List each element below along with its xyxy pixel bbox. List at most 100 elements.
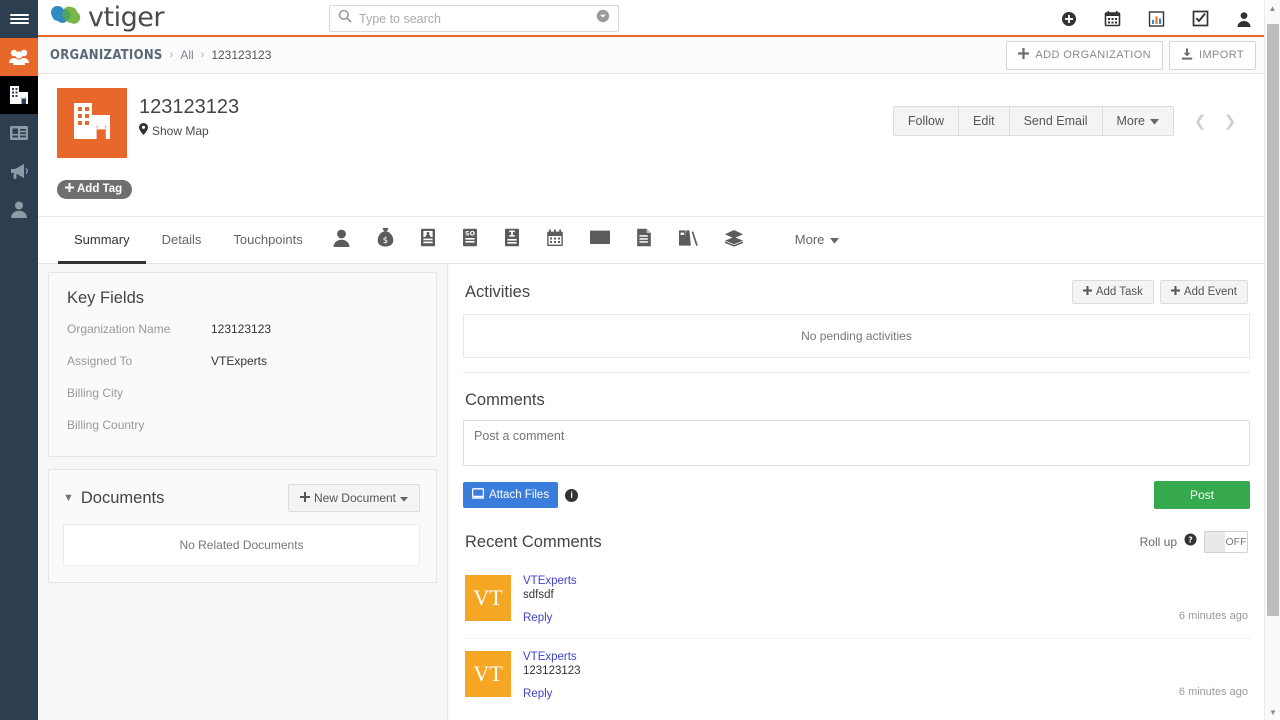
breadcrumb-list-link[interactable]: All	[180, 48, 193, 62]
breadcrumb-module[interactable]: ORGANIZATIONS	[50, 48, 163, 63]
comment-actions-row: Attach Files i Post	[463, 481, 1250, 509]
scroll-down-button[interactable]: ▼	[1265, 704, 1280, 720]
rollup-toggle-state: OFF	[1225, 536, 1247, 548]
import-download-icon	[1181, 48, 1193, 63]
global-search-box[interactable]: Type to search	[329, 5, 619, 32]
documents-empty-state: No Related Documents	[63, 524, 420, 566]
comment-reply-link[interactable]: Reply	[523, 688, 1179, 700]
tab-contacts[interactable]	[319, 217, 364, 264]
activities-empty-state: No pending activities	[463, 314, 1250, 358]
vtiger-logo[interactable]: vtiger	[47, 2, 164, 33]
rollup-toggle[interactable]: OFF	[1204, 531, 1248, 553]
info-icon[interactable]: i	[565, 488, 579, 502]
previous-record-button[interactable]: ❮	[1186, 106, 1214, 136]
key-fields-title: Key Fields	[67, 289, 145, 307]
breadcrumb-separator: ›	[200, 49, 205, 61]
key-field-label: Organization Name	[67, 322, 171, 336]
calendar-icon	[546, 229, 564, 250]
post-comment-button[interactable]: Post	[1153, 481, 1250, 509]
comment-input[interactable]	[463, 420, 1250, 466]
send-email-button[interactable]: Send Email	[1009, 107, 1103, 135]
tab-quotes[interactable]	[407, 217, 449, 264]
comment-author-link[interactable]: VTExperts	[523, 575, 1179, 587]
chevron-down-icon[interactable]: ▼	[63, 492, 74, 504]
add-tag-button[interactable]: Add Tag	[57, 180, 133, 199]
chevron-down-circle-icon[interactable]	[596, 9, 610, 28]
bar-chart-icon[interactable]	[1148, 10, 1165, 27]
sidebar-item-marketing[interactable]	[0, 152, 38, 190]
activities-section: Activities Add Task Add Event No pending…	[463, 280, 1250, 373]
checkbox-task-icon[interactable]	[1192, 10, 1209, 27]
user-account-icon[interactable]	[1236, 11, 1252, 27]
tab-emails[interactable]	[577, 217, 623, 264]
hamburger-menu-button[interactable]	[0, 0, 38, 38]
add-organization-button[interactable]: ADD ORGANIZATION	[1006, 40, 1164, 70]
key-field-value[interactable]: 123123123	[211, 322, 271, 336]
svg-text:SO: SO	[465, 230, 476, 238]
envelope-icon	[589, 230, 610, 248]
scroll-up-button[interactable]: ▲	[1265, 0, 1280, 16]
add-task-label: Add Task	[1095, 286, 1143, 298]
edit-button[interactable]: Edit	[959, 107, 1010, 135]
person-icon	[332, 229, 351, 250]
sidebar-item-inventory[interactable]	[0, 114, 38, 152]
more-tabs-button[interactable]: More	[779, 217, 856, 264]
right-column: Activities Add Task Add Event No pending…	[449, 264, 1264, 720]
page-scrollbar[interactable]: ▲ ▼	[1264, 0, 1280, 720]
left-column: Key Fields Organization Name 123123123 A…	[38, 264, 448, 720]
search-input[interactable]: Type to search	[359, 12, 589, 26]
comment-list-item: VT VTExperts sdfsdf Reply 6 minutes ago	[463, 563, 1250, 639]
comment-reply-link[interactable]: Reply	[523, 612, 1179, 624]
sidebar-item-organizations[interactable]	[0, 76, 38, 114]
tab-products[interactable]	[711, 217, 757, 264]
calendar-icon[interactable]	[1104, 10, 1121, 27]
add-circle-icon[interactable]	[1061, 11, 1077, 27]
tab-events[interactable]	[533, 217, 577, 264]
hamburger-icon	[9, 21, 29, 25]
tab-sales-orders[interactable]: SO	[449, 217, 491, 264]
tab-summary[interactable]: Summary	[58, 217, 146, 264]
comment-author-link[interactable]: VTExperts	[523, 651, 1179, 663]
tab-opportunities[interactable]: $	[364, 217, 407, 264]
person-icon	[9, 200, 29, 218]
key-field-value[interactable]: VTExperts	[211, 354, 267, 368]
svg-text:?: ?	[1188, 536, 1193, 545]
recent-comments-title: Recent Comments	[465, 532, 602, 551]
new-document-button[interactable]: New Document	[287, 484, 420, 512]
more-actions-button[interactable]: More	[1102, 107, 1173, 135]
tab-touchpoints[interactable]: Touchpoints	[217, 217, 318, 264]
tab-details[interactable]: Details	[146, 217, 218, 264]
help-circle-icon[interactable]: ?	[1184, 533, 1197, 551]
add-event-button[interactable]: Add Event	[1159, 280, 1248, 304]
rollup-control: Roll up ? OFF	[1140, 531, 1248, 553]
document-icon	[636, 228, 652, 250]
breadcrumb-actions: ADD ORGANIZATION IMPORT	[1006, 40, 1256, 70]
comments-section: Comments Attach Files i Post	[463, 373, 1250, 509]
comment-list-item: VT VTExperts 123123123 Reply 6 minutes a…	[463, 639, 1250, 714]
avatar: VT	[465, 575, 511, 621]
import-button[interactable]: IMPORT	[1169, 40, 1256, 70]
rollup-toggle-knob	[1205, 532, 1225, 552]
next-record-button[interactable]: ❯	[1216, 106, 1244, 136]
follow-button[interactable]: Follow	[893, 107, 960, 135]
attach-files-button[interactable]: Attach Files	[463, 482, 559, 508]
tab-documents[interactable]	[623, 217, 665, 264]
show-map-link[interactable]: Show Map	[139, 123, 209, 138]
quote-document-icon	[420, 228, 436, 250]
key-field-row: Billing City	[67, 386, 418, 400]
sidebar-item-user[interactable]	[0, 190, 38, 228]
activities-title: Activities	[465, 282, 531, 301]
recent-comments-header: Recent Comments Roll up ? OFF	[465, 531, 1248, 553]
sidebar-item-contacts[interactable]	[0, 38, 38, 76]
files-icon	[678, 229, 698, 250]
left-sidebar	[0, 0, 38, 720]
activities-buttons: Add Task Add Event	[1071, 280, 1248, 304]
record-tab-bar: Summary Details Touchpoints $ SO More	[38, 217, 1264, 264]
new-document-label: New Document	[313, 491, 396, 505]
tab-files[interactable]	[665, 217, 711, 264]
tab-invoices[interactable]	[491, 217, 533, 264]
comments-header: Comments	[465, 391, 1248, 410]
add-task-button[interactable]: Add Task	[1071, 280, 1154, 304]
scrollbar-thumb[interactable]	[1267, 24, 1279, 616]
comments-title: Comments	[465, 391, 545, 409]
